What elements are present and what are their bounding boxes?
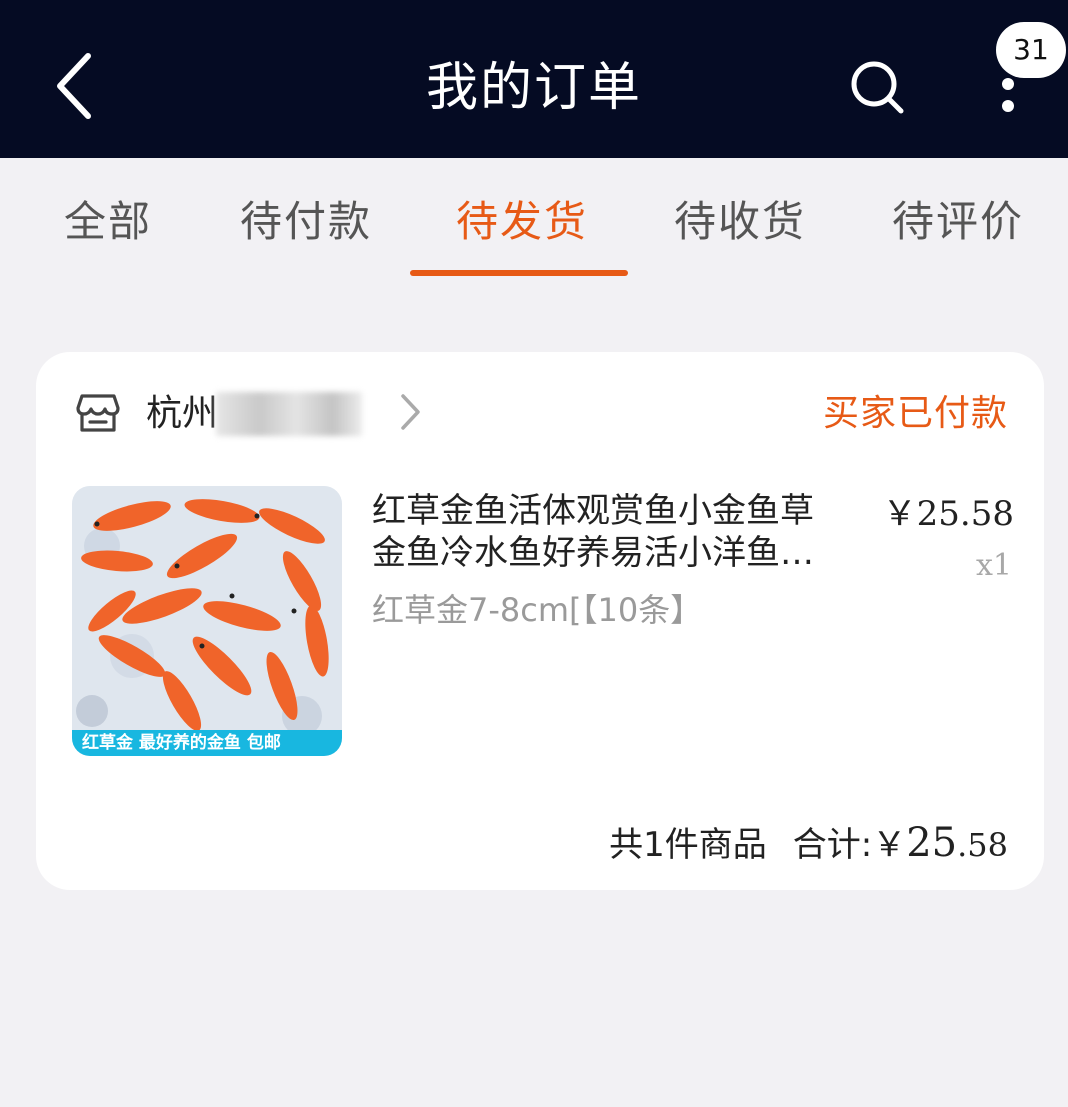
notification-badge[interactable]: 31 [996,22,1066,78]
search-button[interactable] [848,58,908,118]
product-title-line-1: 红草金鱼活体观赏鱼小金鱼草 [372,491,814,531]
product-price: ￥25.58 [882,494,1014,534]
item-count: 共1件商品 [609,825,767,865]
product-image-caption: 红草金 最好养的金鱼 包邮 [72,730,342,756]
redacted-shop-name [216,392,362,436]
order-status-tabs: 全部 待付款 待发货 待收货 待评价 [0,158,1068,278]
search-icon [851,61,904,114]
tab-pending-receipt[interactable]: 待收货 [674,194,806,250]
total-currency: ￥ [872,825,907,865]
product-title[interactable]: 红草金鱼活体观赏鱼小金鱼草 金鱼冷水鱼好养易活小洋鱼… [372,490,852,574]
product-title-line-2: 金鱼冷水鱼好养易活小洋鱼… [372,533,814,573]
tab-all[interactable]: 全部 [64,194,152,250]
product-image[interactable]: 红草金 最好养的金鱼 包邮 [72,486,342,756]
order-summary: 共1件商品 合计:￥25.58 [609,818,1008,870]
order-card[interactable]: 杭州 买家已付款 红草金 最好养的金鱼 包邮 红草金鱼活体观赏鱼小金鱼草 金鱼冷… [36,352,1044,890]
total-integer: 25 [906,820,958,866]
product-spec: 红草金7-8cm[【10条】 [372,591,703,629]
shop-icon [76,394,120,432]
tab-pending-payment[interactable]: 待付款 [240,194,372,250]
tab-pending-shipment[interactable]: 待发货 [456,194,588,250]
total-decimal: .58 [957,826,1008,864]
order-status: 买家已付款 [822,393,1008,434]
product-quantity: x1 [975,548,1012,583]
tab-pending-review[interactable]: 待评价 [892,194,1024,250]
top-navigation-bar: 我的订单 31 [0,0,1068,158]
chevron-right-icon[interactable] [398,392,422,432]
shop-name[interactable]: 杭州 [146,390,218,438]
goldfish-photo [72,486,342,756]
total-label: 合计: [792,825,873,865]
active-tab-indicator [410,270,628,276]
